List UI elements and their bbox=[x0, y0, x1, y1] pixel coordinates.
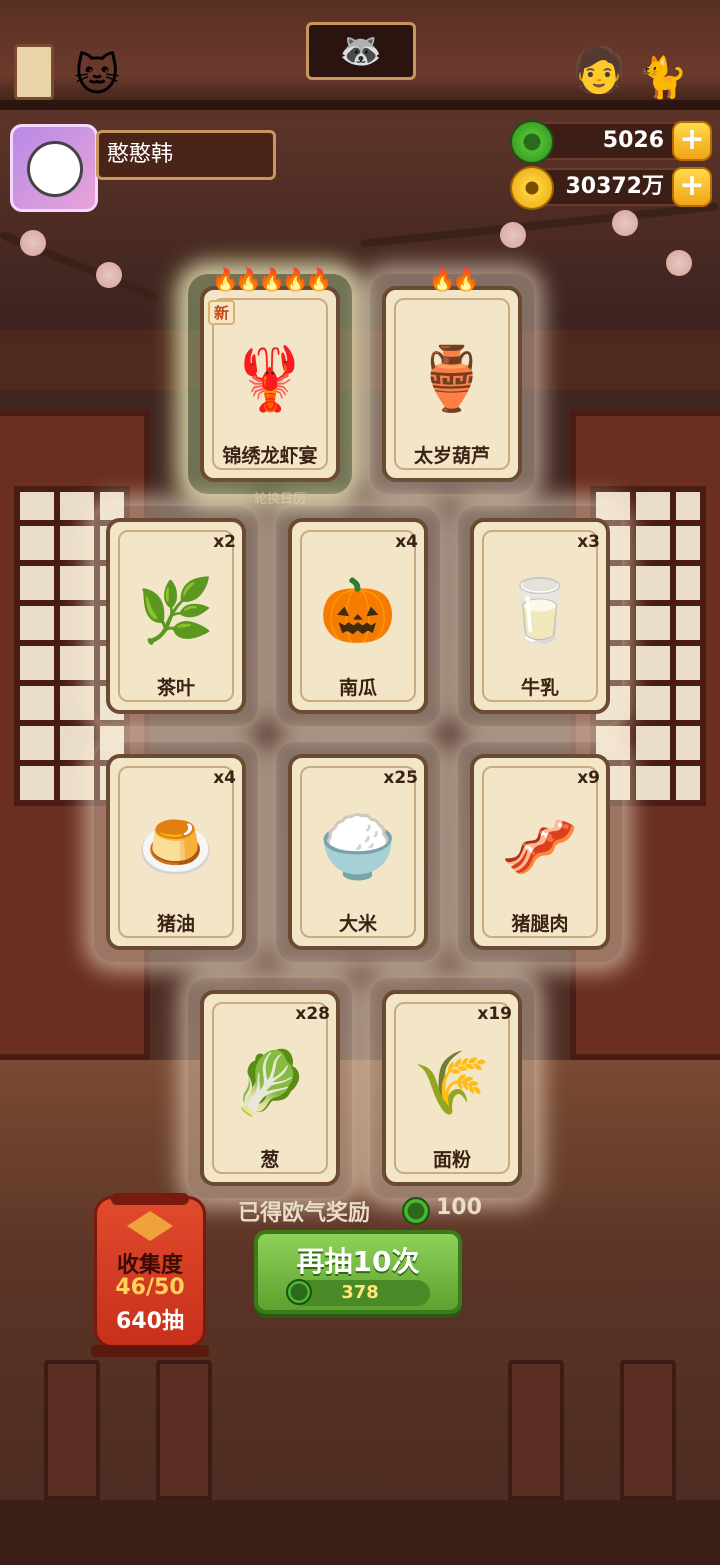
player-name: 憨憨韩 bbox=[96, 130, 276, 180]
player-avatar[interactable] bbox=[10, 124, 98, 212]
new-badge: 新 bbox=[208, 300, 236, 325]
coin-currency-bar: 30372万 + bbox=[510, 166, 712, 210]
railing bbox=[0, 1500, 720, 1565]
lantern-base bbox=[91, 1345, 209, 1357]
lantern-cap bbox=[111, 1193, 189, 1205]
collection-progress: 46/50 bbox=[115, 1275, 185, 1300]
ingredient-card[interactable]: x9 🥓 猪腿肉 bbox=[458, 742, 622, 962]
lobster-feast-icon: 🦞 bbox=[231, 342, 309, 415]
rice-bowl-icon: 🍚 bbox=[319, 810, 397, 883]
card-name: 猪油 bbox=[156, 913, 195, 935]
card-count: x3 bbox=[577, 532, 600, 552]
draw-again-button[interactable]: 再抽10次 378 bbox=[254, 1230, 462, 1314]
milk-jar-icon: 🥛 bbox=[501, 574, 579, 647]
ingredient-card[interactable]: x2 🌿 茶叶 bbox=[94, 506, 258, 726]
pork-leg-icon: 🥓 bbox=[501, 810, 579, 883]
card-count: x9 bbox=[577, 768, 600, 788]
card-count: x4 bbox=[213, 768, 236, 788]
rail-post bbox=[156, 1360, 212, 1500]
rarity-flames-icon: 🔥🔥 bbox=[428, 268, 480, 293]
draw-cost: 378 bbox=[286, 1279, 430, 1306]
avatar-face-icon bbox=[27, 141, 83, 197]
jade-icon bbox=[510, 120, 554, 164]
tea-leaf-icon: 🌿 bbox=[137, 574, 215, 647]
rail-post bbox=[44, 1360, 100, 1500]
draw-again-label: 再抽10次 bbox=[296, 1245, 420, 1278]
cat-icon: 🐱 bbox=[74, 50, 120, 101]
ingredient-card[interactable]: x19 🌾 面粉 bbox=[370, 978, 534, 1198]
cat-icon: 🐈 bbox=[638, 55, 688, 101]
reward-value: 100 bbox=[436, 1195, 482, 1220]
flour-sack-icon: 🌾 bbox=[413, 1046, 491, 1119]
blossom-decor bbox=[500, 222, 526, 248]
coin-icon bbox=[510, 166, 554, 210]
add-coin-button[interactable]: + bbox=[672, 167, 712, 207]
card-name: 面粉 bbox=[432, 1149, 471, 1171]
card-name: 猪腿肉 bbox=[511, 913, 569, 935]
chef-icon: 🧑 bbox=[571, 45, 627, 96]
lard-bowl-icon: 🍮 bbox=[137, 810, 215, 883]
ingredient-card[interactable]: x4 🍮 猪油 bbox=[94, 742, 258, 962]
rail-post bbox=[620, 1360, 676, 1500]
card-name: 葱 bbox=[260, 1149, 280, 1171]
card-count: x28 bbox=[295, 1004, 330, 1024]
card-name: 大米 bbox=[338, 913, 377, 935]
jade-icon bbox=[402, 1197, 430, 1225]
featured-card[interactable]: 🔥🔥🔥🔥🔥 新 🦞 锦绣龙虾宴 bbox=[188, 268, 352, 494]
scroll-icon bbox=[14, 44, 54, 100]
card-count: x4 bbox=[395, 532, 418, 552]
card-name: 牛乳 bbox=[520, 677, 559, 699]
calendar-hint: 轮换日历 bbox=[253, 492, 306, 507]
card-name: 锦绣龙虾宴 bbox=[222, 445, 318, 467]
card-name: 茶叶 bbox=[156, 677, 195, 699]
lantern-diamond-icon bbox=[127, 1211, 173, 1241]
pumpkin-icon: 🎃 bbox=[319, 574, 397, 647]
wall-band bbox=[0, 330, 720, 390]
draw-cost-value: 378 bbox=[341, 1282, 379, 1303]
collection-draws: 640抽 bbox=[116, 1309, 184, 1334]
blossom-decor bbox=[612, 210, 638, 236]
ingredient-card[interactable]: x3 🥛 牛乳 bbox=[458, 506, 622, 726]
card-name: 太岁葫芦 bbox=[413, 445, 490, 467]
ingredient-card[interactable]: x28 🥬 葱 bbox=[188, 978, 352, 1198]
ingredient-card[interactable]: x4 🎃 南瓜 bbox=[276, 506, 440, 726]
ingredient-card[interactable]: x25 🍚 大米 bbox=[276, 742, 440, 962]
blossom-decor bbox=[96, 262, 122, 288]
featured-card[interactable]: 🔥🔥 🏺 太岁葫芦 bbox=[370, 268, 534, 494]
raccoon-icon: 🦝 bbox=[306, 22, 416, 80]
blossom-decor bbox=[20, 230, 46, 256]
jade-value: 5026 bbox=[602, 128, 664, 153]
scallion-icon: 🥬 bbox=[231, 1046, 309, 1119]
coin-value: 30372万 bbox=[565, 174, 664, 199]
card-count: x25 bbox=[383, 768, 418, 788]
gourd-icon: 🏺 bbox=[413, 342, 491, 415]
card-name: 南瓜 bbox=[338, 677, 377, 699]
add-jade-button[interactable]: + bbox=[672, 121, 712, 161]
card-count: x2 bbox=[213, 532, 236, 552]
reward-label: 已得欧气奖励 bbox=[238, 1201, 371, 1226]
collection-lantern[interactable]: 收集度 46/50 640抽 bbox=[91, 1193, 209, 1357]
branch-decor bbox=[359, 202, 719, 248]
jade-currency-bar: 5026 + bbox=[510, 120, 712, 164]
blossom-decor bbox=[666, 250, 692, 276]
rail-post bbox=[508, 1360, 564, 1500]
rarity-flames-icon: 🔥🔥🔥🔥🔥 bbox=[211, 268, 333, 293]
card-count: x19 bbox=[477, 1004, 512, 1024]
